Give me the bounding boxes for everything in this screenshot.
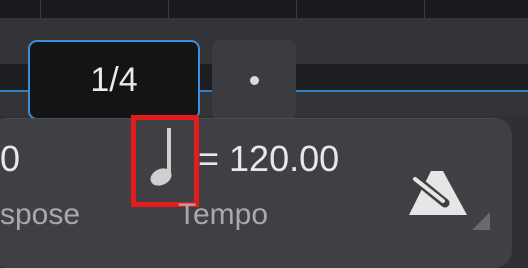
tempo-value[interactable]: = 120.00 — [198, 138, 339, 180]
tempo-label: Tempo — [178, 198, 269, 231]
timeline-header — [0, 0, 528, 18]
dotted-note-button[interactable] — [212, 40, 296, 120]
timeline-tick — [40, 0, 41, 18]
quarter-note-icon[interactable] — [131, 115, 199, 207]
transpose-value[interactable]: 0 — [0, 138, 20, 180]
timeline-tick — [168, 0, 169, 18]
dot-icon — [249, 75, 259, 85]
grid-note-value-label: 1/4 — [90, 60, 138, 99]
metronome-icon[interactable] — [405, 163, 471, 219]
timeline-tick — [296, 0, 297, 18]
grid-note-value-button[interactable]: 1/4 — [28, 40, 200, 120]
expand-corner-icon — [472, 212, 490, 230]
transpose-label: spose — [0, 198, 81, 231]
timeline-tick — [424, 0, 425, 18]
